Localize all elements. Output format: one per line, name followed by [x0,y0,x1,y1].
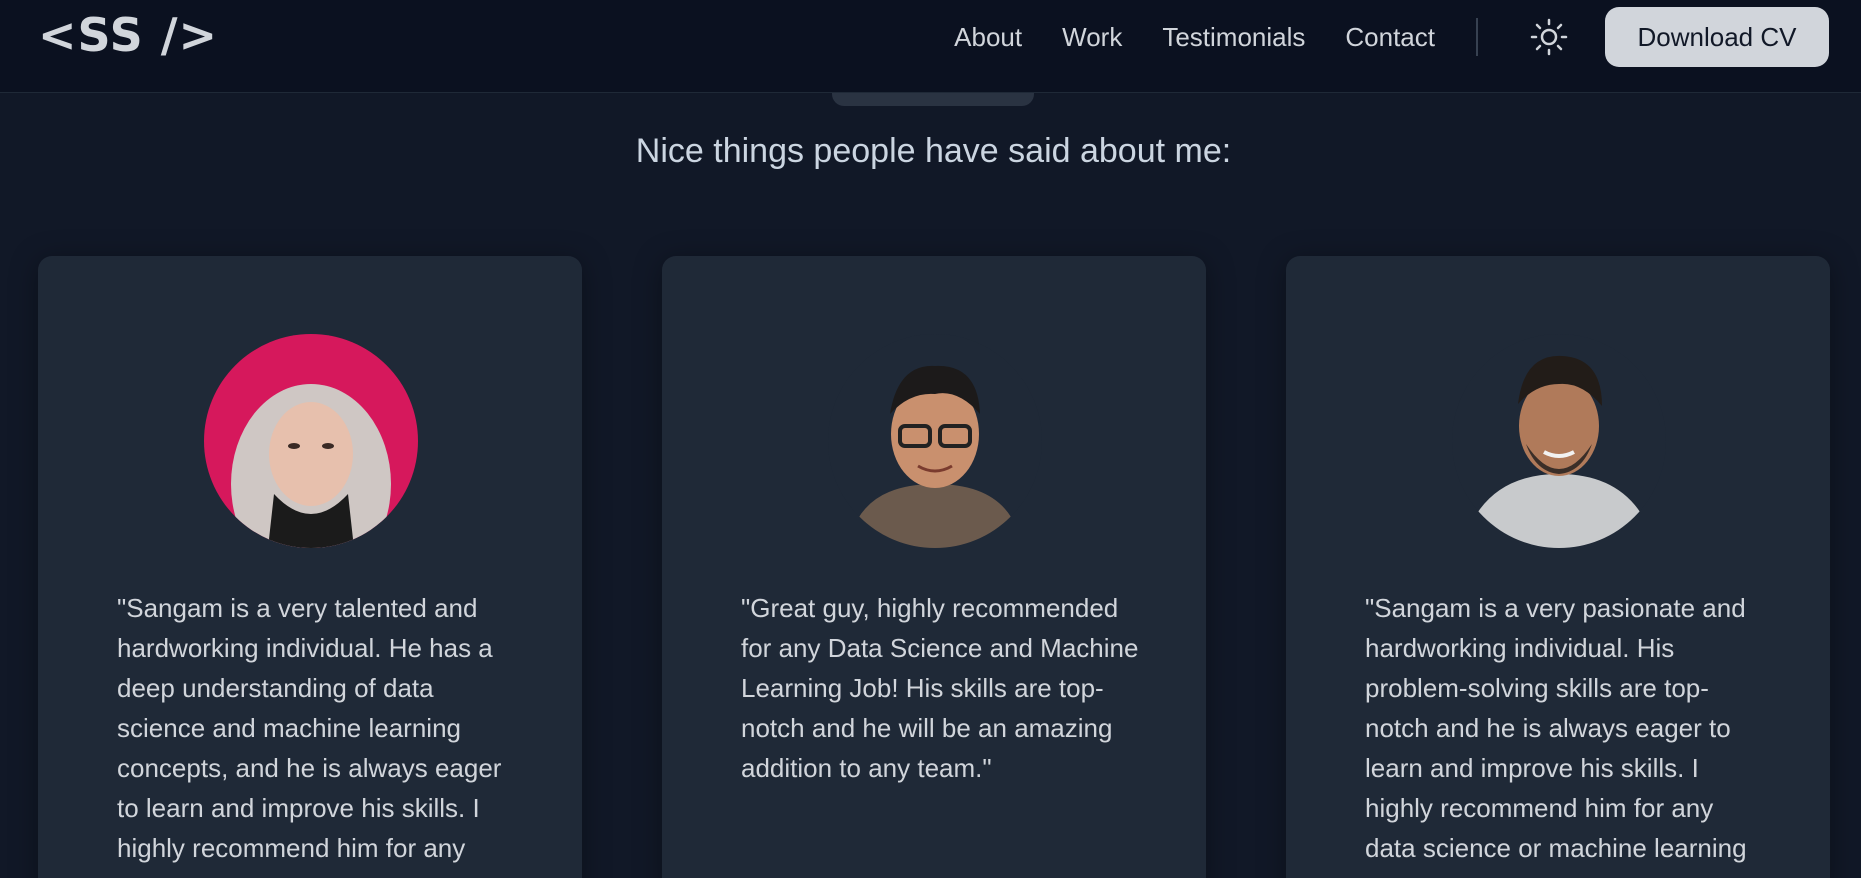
site-header: <SS /> About Work Testimonials Contact D… [0,0,1861,93]
theme-toggle-button[interactable] [1530,18,1568,56]
testimonial-quote: "Sangam is a very pasionate and hardwork… [1365,593,1747,878]
testimonial-card: "Sangam is a very pasionate and hardwork… [1286,256,1830,878]
logo[interactable]: <SS /> [38,8,218,62]
testimonials-subtitle: Nice things people have said about me: [635,132,1232,170]
main-nav: About Work Testimonials Contact [914,0,1435,75]
avatar [828,334,1042,548]
nav-link-work[interactable]: Work [1062,22,1122,53]
testimonial-quote: "Great guy, highly recommended for any D… [741,593,1139,783]
download-cv-button[interactable]: Download CV [1605,7,1829,67]
nav-link-contact[interactable]: Contact [1345,22,1435,53]
nav-divider [1476,18,1478,56]
avatar [204,334,418,548]
page: <SS /> About Work Testimonials Contact D… [0,0,1861,878]
testimonial-card: "Great guy, highly recommended for any D… [662,256,1206,878]
avatar [1452,334,1666,548]
nav-link-testimonials[interactable]: Testimonials [1162,22,1305,53]
testimonial-quote: "Sangam is a very talented and hardworki… [117,593,502,878]
testimonial-card: "Sangam is a very talented and hardworki… [38,256,582,878]
nav-link-about[interactable]: About [954,22,1022,53]
sun-icon [1530,18,1568,56]
